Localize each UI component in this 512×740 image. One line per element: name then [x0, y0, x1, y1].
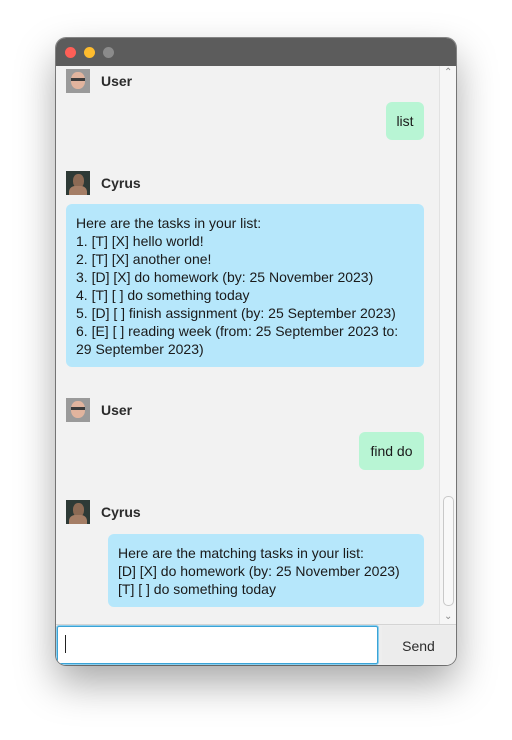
sender-name: User — [101, 402, 133, 418]
sender-name: Cyrus — [101, 175, 141, 191]
bot-message-bubble: Here are the tasks in your list: 1. [T] … — [66, 204, 424, 367]
title-bar — [56, 38, 456, 66]
maximize-window-button[interactable] — [103, 47, 114, 58]
input-area: Send — [56, 624, 456, 665]
close-window-button[interactable] — [65, 47, 76, 58]
dialog-container[interactable]: User list Cyrus Here are the tasks in yo… — [56, 66, 439, 624]
vertical-scrollbar[interactable]: ⌃ ⌄ — [439, 66, 456, 624]
scroll-down-icon[interactable]: ⌄ — [444, 612, 452, 622]
message-line: [D] [X] do homework (by: 25 November 202… — [118, 563, 400, 579]
message-line: 6. [E] [ ] reading week (from: 25 Septem… — [76, 323, 399, 339]
message-line: Here are the matching tasks in your list… — [118, 545, 364, 561]
bot-message-bubble: Here are the matching tasks in your list… — [108, 534, 424, 607]
message-line: 5. [D] [ ] finish assignment (by: 25 Sep… — [76, 305, 396, 321]
message-line: list — [396, 113, 414, 129]
message-line: 1. [T] [X] hello world! — [76, 233, 204, 249]
user-avatar-icon — [66, 398, 90, 422]
chat-window: User list Cyrus Here are the tasks in yo… — [56, 38, 456, 665]
message-line: 2. [T] [X] another one! — [76, 251, 212, 267]
message-input[interactable] — [57, 626, 378, 664]
cyrus-avatar-icon — [66, 500, 90, 524]
message-line: 29 September 2023) — [76, 341, 204, 357]
message-line: 4. [T] [ ] do something today — [76, 287, 250, 303]
message-line: find do — [370, 443, 413, 459]
message-line: [T] [ ] do something today — [118, 581, 276, 597]
scroll-thumb[interactable] — [443, 496, 454, 606]
text-cursor — [65, 635, 66, 653]
sender-name: Cyrus — [101, 504, 141, 520]
user-message-bubble: find do — [359, 432, 424, 470]
cyrus-avatar-icon — [66, 171, 90, 195]
user-message-bubble: list — [386, 102, 424, 140]
message-line: Here are the tasks in your list: — [76, 215, 262, 231]
scroll-up-icon[interactable]: ⌃ — [444, 68, 452, 78]
send-button[interactable]: Send — [382, 626, 455, 664]
user-avatar-icon — [66, 69, 90, 93]
sender-name: User — [101, 73, 133, 89]
minimize-window-button[interactable] — [84, 47, 95, 58]
message-line: 3. [D] [X] do homework (by: 25 November … — [76, 269, 374, 285]
